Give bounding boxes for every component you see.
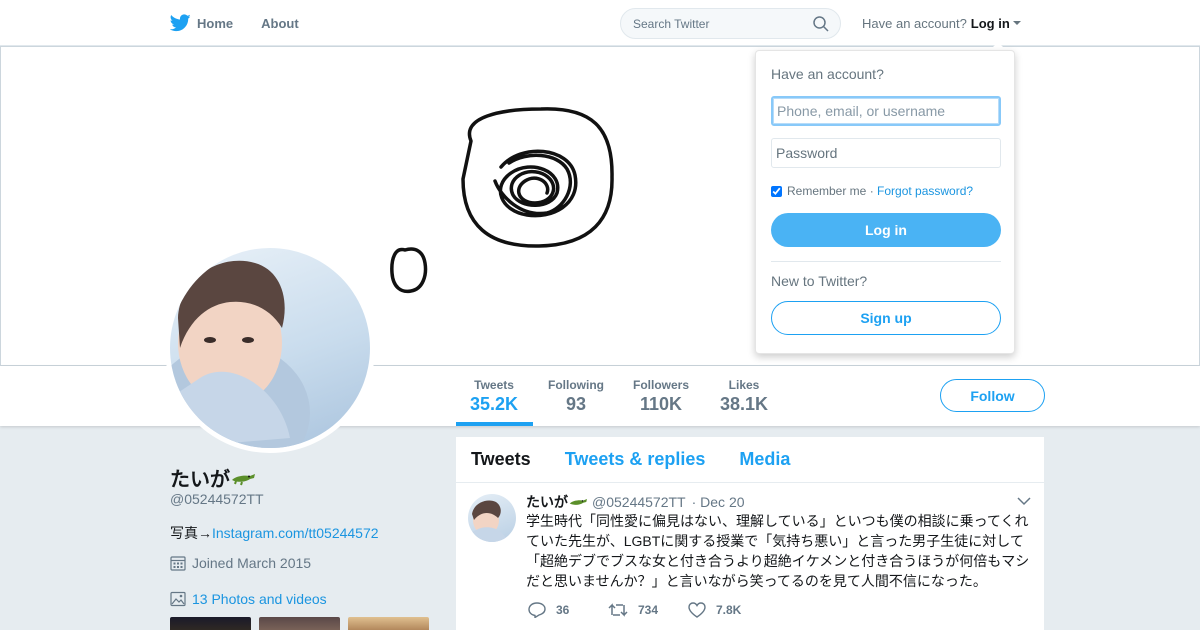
like-action[interactable]: 7.8K — [688, 602, 768, 618]
stat-value: 110K — [639, 394, 683, 414]
remember-me-row: Remember me · Forgot password? — [771, 184, 973, 198]
login-toggle-label: Log in — [970, 15, 1010, 31]
joined-text: Joined March 2015 — [192, 555, 312, 571]
password-field[interactable] — [771, 138, 1001, 168]
stat-followers[interactable]: Followers 110K — [633, 378, 689, 415]
forgot-password-link[interactable]: Forgot password? — [877, 184, 973, 198]
avatar-image — [170, 248, 370, 448]
tweet-date[interactable]: · Dec 20 — [692, 494, 745, 510]
stat-label: Following — [548, 378, 604, 392]
reply-count: 36 — [556, 603, 570, 617]
stat-label: Tweets — [474, 378, 514, 392]
tweet-author-text: たいが — [526, 494, 568, 510]
signup-button[interactable]: Sign up — [771, 301, 1001, 335]
stat-label: Followers — [633, 378, 690, 392]
follow-button[interactable]: Follow — [940, 379, 1045, 412]
active-stat-underline — [456, 422, 533, 426]
stat-following[interactable]: Following 93 — [548, 378, 604, 415]
photos-and-videos-link[interactable]: 13 Photos and videos — [170, 591, 327, 607]
stat-label: Likes — [728, 378, 760, 392]
stat-tweets[interactable]: Tweets 35.2K — [470, 378, 518, 415]
reply-icon — [528, 602, 546, 618]
tweet-author-handle[interactable]: @05244572TT — [592, 494, 686, 510]
remember-me-label[interactable]: Remember me — [787, 184, 866, 198]
retweet-action[interactable]: 734 — [608, 602, 688, 618]
heart-icon — [688, 602, 706, 618]
caret-down-icon — [1012, 21, 1021, 25]
retweet-icon — [608, 603, 628, 617]
stat-value: 35.2K — [470, 394, 519, 414]
search-input[interactable] — [621, 9, 811, 38]
tweet-avatar[interactable] — [468, 494, 516, 542]
crocodile-emoji-icon — [232, 473, 255, 485]
twitter-bird-icon — [170, 14, 191, 32]
retweet-count: 734 — [638, 603, 659, 617]
separator-dot: · — [866, 184, 878, 198]
nav-left: Home About — [170, 0, 327, 46]
tab-tweets-and-replies[interactable]: Tweets & replies — [565, 449, 706, 470]
image-icon — [170, 591, 186, 607]
search-box — [620, 8, 841, 39]
profile-bio: 写真→Instagram.com/tt05244572 — [170, 523, 379, 543]
photos-text: 13 Photos and videos — [192, 591, 327, 607]
top-nav: Home About Have an account? Log in — [0, 0, 1200, 46]
like-count: 7.8K — [716, 603, 742, 617]
avatar-portrait-image — [170, 260, 310, 448]
tab-tweets[interactable]: Tweets — [471, 449, 531, 470]
search-icon[interactable] — [813, 16, 829, 32]
stat-likes[interactable]: Likes 38.1K — [720, 378, 768, 415]
photo-thumbnail[interactable] — [259, 617, 340, 630]
new-to-twitter-text: New to Twitter? — [771, 273, 868, 289]
dropdown-heading: Have an account? — [771, 66, 884, 82]
tweet-text: 学生時代「同性愛に偏見はない、理解している」といつも僕の相談に乗ってくれていた先… — [526, 513, 1030, 589]
profile-name[interactable]: たいが — [170, 463, 256, 492]
photo-thumbnail[interactable] — [348, 617, 429, 630]
dropdown-divider — [771, 261, 1001, 262]
joined-date: Joined March 2015 — [170, 555, 311, 571]
nav-home[interactable]: Home — [170, 14, 233, 32]
timeline-tabs: Tweets Tweets & replies Media — [456, 437, 1044, 483]
dropdown-arrow — [990, 42, 1006, 50]
login-dropdown-toggle[interactable]: Log in — [971, 16, 1021, 31]
nav-about-label: About — [261, 15, 299, 31]
account-area: Have an account? Log in — [862, 0, 1021, 46]
login-dropdown: Have an account? Remember me · Forgot pa… — [755, 50, 1015, 354]
have-account-text: Have an account? — [862, 15, 967, 31]
tab-media[interactable]: Media — [739, 449, 790, 470]
chevron-down-icon[interactable] — [1017, 496, 1031, 506]
calendar-icon — [170, 556, 186, 571]
reply-action[interactable]: 36 — [528, 602, 608, 618]
nav-home-label: Home — [197, 15, 234, 31]
photo-thumbnail[interactable] — [170, 617, 251, 630]
bio-prefix: 写真→ — [170, 525, 212, 541]
remember-me-checkbox[interactable] — [771, 185, 782, 197]
login-button[interactable]: Log in — [771, 213, 1001, 247]
bio-instagram-link[interactable]: Instagram.com/tt05244572 — [212, 525, 379, 541]
profile-avatar[interactable] — [165, 243, 375, 453]
stat-value: 93 — [565, 394, 587, 414]
profile-handle[interactable]: @05244572TT — [170, 491, 264, 507]
tweet-author-name[interactable]: たいが — [526, 492, 588, 512]
tweet-actions: 36 734 7.8K — [528, 602, 768, 618]
profile-name-text: たいが — [170, 469, 230, 491]
tweet-header: たいが @05244572TT · Dec 20 — [526, 492, 745, 512]
crocodile-emoji-icon — [569, 499, 587, 505]
username-field[interactable] — [771, 96, 1001, 126]
nav-about[interactable]: About — [261, 16, 299, 31]
stat-value: 38.1K — [720, 394, 769, 414]
tweet-avatar-image — [468, 500, 508, 542]
